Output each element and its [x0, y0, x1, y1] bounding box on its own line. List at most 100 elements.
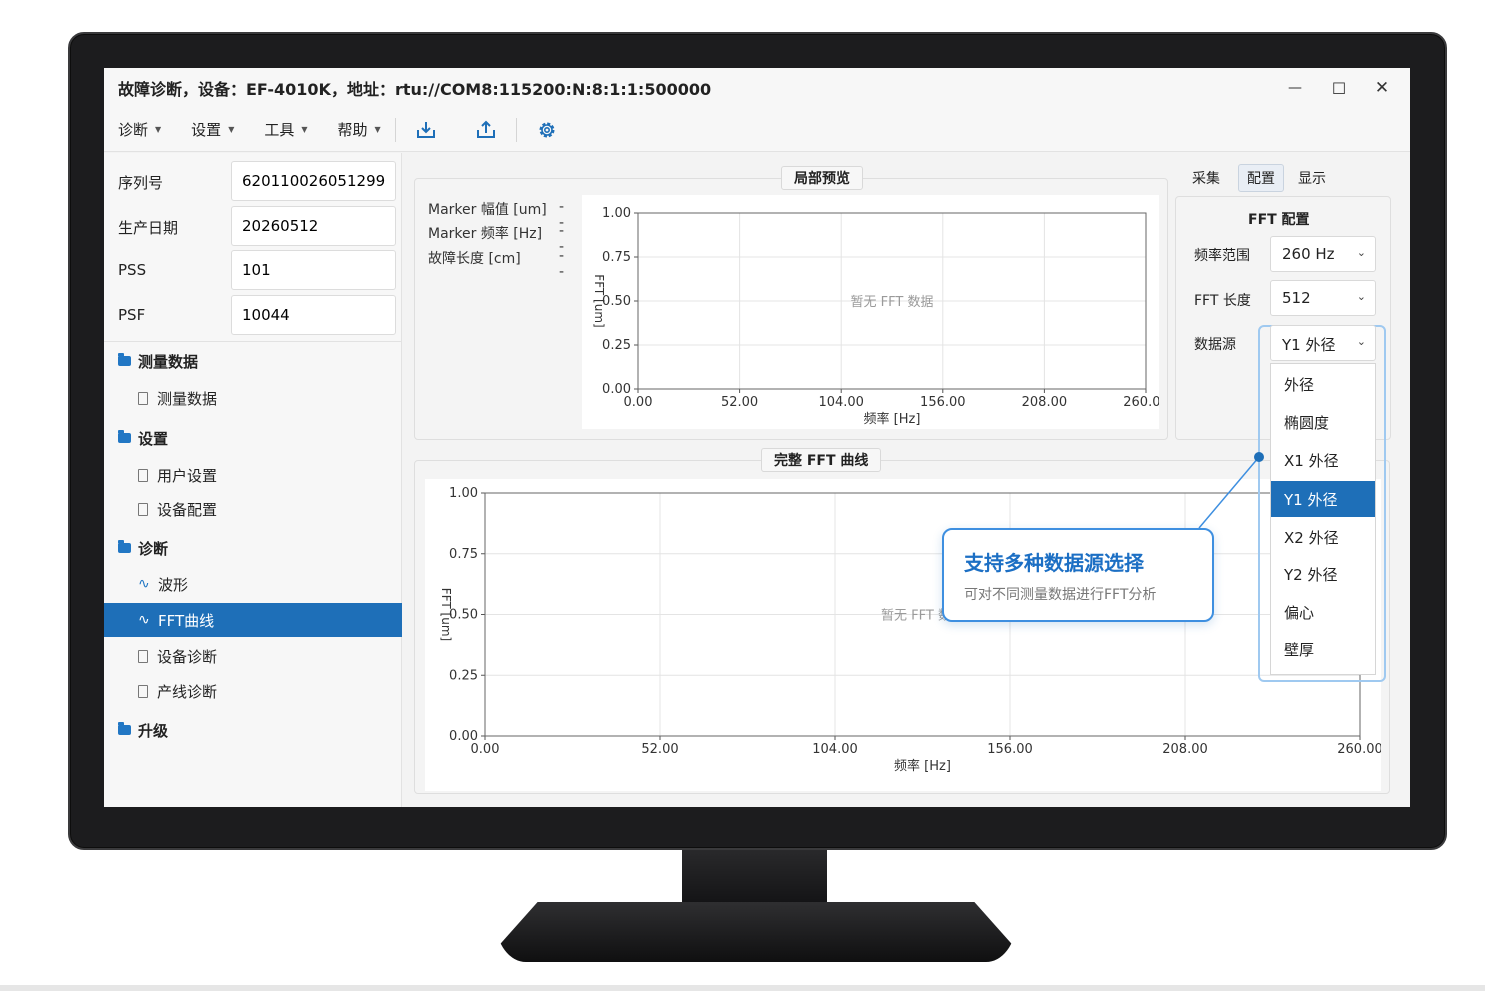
- document-icon: [138, 649, 148, 663]
- tree-item-fft-curve[interactable]: ∿ FFT曲线: [104, 603, 402, 637]
- serial-row: 序列号: [104, 161, 402, 201]
- freq-range-label: 频率范围: [1194, 248, 1250, 264]
- psf-field[interactable]: [231, 295, 396, 335]
- marker-amplitude-label: Marker 幅值 [um]: [428, 202, 547, 218]
- folder-icon: [118, 540, 131, 553]
- psf-row: PSF: [104, 295, 402, 335]
- wave-icon: ∿: [138, 612, 150, 628]
- tree-label: 诊断: [138, 539, 169, 558]
- gear-icon: [539, 122, 555, 137]
- x-tick-label: 0.00: [624, 395, 653, 410]
- data-source-value: Y1 外径: [1282, 336, 1336, 354]
- dropdown-option[interactable]: X2 外径: [1271, 519, 1375, 555]
- maximize-button[interactable]: ☐: [1322, 74, 1356, 102]
- fft-config-title: FFT 配置: [1248, 212, 1310, 228]
- data-source-select[interactable]: Y1 外径 ⌄: [1270, 325, 1376, 361]
- x-tick-label: 104.00: [812, 742, 858, 757]
- menu-settings[interactable]: 设置 ▼: [191, 119, 234, 140]
- dropdown-option[interactable]: Y2 外径: [1271, 556, 1375, 592]
- dropdown-option[interactable]: 偏心: [1271, 594, 1375, 630]
- tree-item-measurement-data[interactable]: 测量数据: [104, 381, 402, 415]
- connector-dot: [1254, 452, 1264, 462]
- x-tick-label: 0.00: [471, 742, 500, 757]
- close-button[interactable]: ✕: [1365, 74, 1399, 102]
- y-tick-label: 0.75: [449, 547, 478, 562]
- floor-line: [0, 985, 1485, 991]
- menu-label: 诊断: [118, 121, 149, 139]
- psf-label: PSF: [118, 306, 146, 324]
- fft-length-select[interactable]: 512 ⌄: [1270, 280, 1376, 316]
- folder-icon: [118, 430, 131, 443]
- import-button[interactable]: [412, 116, 440, 144]
- left-panel: 序列号 生产日期 PSS PSF 测量数据 测量数据 设置 用户设置 设备配置 …: [104, 153, 402, 807]
- tree-label: 升级: [138, 721, 169, 740]
- tree-item-device-config[interactable]: 设备配置: [104, 492, 402, 526]
- dropdown-option[interactable]: 外径: [1271, 366, 1375, 402]
- menu-label: 工具: [264, 121, 295, 139]
- tree-label: 产线诊断: [157, 682, 218, 701]
- tree-group-measurement[interactable]: 测量数据: [104, 344, 402, 378]
- feature-callout: 支持多种数据源选择 可对不同测量数据进行FFT分析: [942, 528, 1214, 622]
- y-tick-label: 1.00: [449, 486, 478, 501]
- y-tick-label: 0.75: [602, 250, 631, 265]
- folder-icon: [118, 353, 131, 366]
- y-tick-label: 0.25: [449, 668, 478, 683]
- y-tick-label: 0.00: [602, 382, 631, 397]
- data-source-label: 数据源: [1194, 337, 1236, 353]
- pss-row: PSS: [104, 250, 402, 290]
- production-date-field[interactable]: [231, 206, 396, 246]
- callout-title: 支持多种数据源选择: [964, 551, 1144, 575]
- dropdown-option-selected[interactable]: Y1 外径: [1271, 481, 1375, 517]
- pss-field[interactable]: [231, 250, 396, 290]
- serial-field[interactable]: [231, 161, 396, 201]
- caret-down-icon: ▼: [228, 125, 235, 134]
- tree-group-upgrade[interactable]: 升级: [104, 713, 402, 747]
- pss-label: PSS: [118, 261, 147, 279]
- menu-help[interactable]: 帮助 ▼: [338, 119, 381, 140]
- wave-icon: ∿: [138, 576, 150, 592]
- minimize-button[interactable]: —: [1278, 74, 1312, 102]
- x-tick-label: 208.00: [1022, 395, 1068, 410]
- fault-length-label: 故障长度 [cm]: [428, 251, 521, 267]
- tree-label: 波形: [158, 575, 189, 594]
- menu-diagnose[interactable]: 诊断 ▼: [118, 119, 161, 140]
- menu-bar: 诊断 ▼ 设置 ▼ 工具 ▼ 帮助 ▼: [104, 108, 1410, 152]
- full-fft-title: 完整 FFT 曲线: [761, 448, 882, 472]
- caret-down-icon: ▼: [374, 125, 381, 134]
- chevron-down-icon: ⌄: [1356, 246, 1366, 259]
- tree-item-device-diagnosis[interactable]: 设备诊断: [104, 639, 402, 673]
- tab-acquisition[interactable]: 采集: [1184, 164, 1228, 192]
- marker-frequency-label: Marker 频率 [Hz]: [428, 226, 543, 242]
- window-title: 故障诊断，设备：EF-4010K，地址：rtu://COM8:115200:N:…: [118, 80, 712, 99]
- tab-display[interactable]: 显示: [1290, 164, 1334, 192]
- serial-label: 序列号: [118, 174, 164, 192]
- export-button[interactable]: [472, 116, 500, 144]
- tree-label: 测量数据: [138, 352, 199, 371]
- dropdown-option[interactable]: X1 外径: [1271, 442, 1375, 478]
- freq-range-select[interactable]: 260 Hz ⌄: [1270, 236, 1376, 272]
- production-date-row: 生产日期: [104, 206, 402, 246]
- tab-config[interactable]: 配置: [1238, 164, 1284, 192]
- marker-amplitude-row: Marker 幅值 [um] --: [428, 199, 564, 231]
- settings-button[interactable]: [533, 116, 561, 144]
- tree-group-settings[interactable]: 设置: [104, 421, 402, 455]
- tree-item-waveform[interactable]: ∿ 波形: [104, 567, 402, 601]
- production-date-label: 生产日期: [118, 219, 179, 237]
- y-tick-label: 0.25: [602, 338, 631, 353]
- menu-tools[interactable]: 工具 ▼: [264, 119, 307, 140]
- chevron-down-icon: ⌄: [1356, 290, 1366, 303]
- dropdown-option[interactable]: 椭圆度: [1271, 404, 1375, 440]
- y-tick-label: 0.00: [449, 729, 478, 744]
- y-tick-label: 1.00: [602, 206, 631, 221]
- preview-plot-area: 0.00 52.00 104.00 156.00 208.00 260.00 0.00 0.2…: [582, 195, 1169, 429]
- folder-icon: [118, 722, 131, 735]
- tree-label: 设备配置: [157, 500, 218, 519]
- document-icon: [138, 502, 148, 516]
- dropdown-option[interactable]: 壁厚: [1271, 631, 1375, 667]
- tree-item-user-settings[interactable]: 用户设置: [104, 458, 402, 492]
- tree-item-line-diagnosis[interactable]: 产线诊断: [104, 674, 402, 708]
- x-tick-label: 52.00: [641, 742, 678, 757]
- tree-group-diagnose[interactable]: 诊断: [104, 531, 402, 565]
- maximize-icon: ☐: [1331, 78, 1347, 98]
- marker-frequency-row: Marker 频率 [Hz] --: [428, 223, 564, 255]
